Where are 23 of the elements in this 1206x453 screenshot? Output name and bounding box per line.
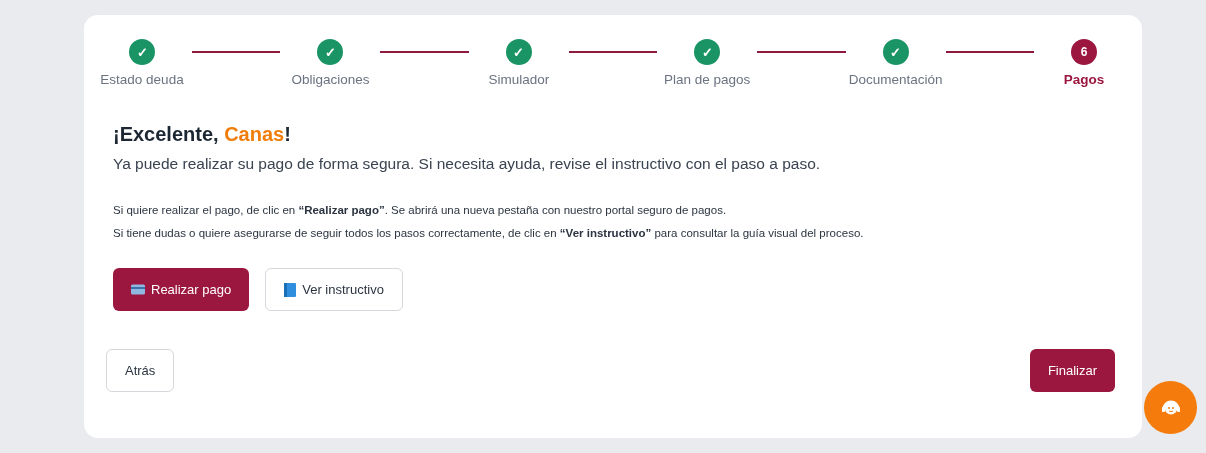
step-label: Documentación <box>848 71 943 89</box>
step-number: 6 <box>1071 39 1098 65</box>
finish-button[interactable]: Finalizar <box>1029 349 1115 392</box>
pay-button[interactable]: Realizar pago <box>113 268 250 311</box>
instruction-text: Si tiene dudas o quiere asegurarse de seguir todos los pasos correctamente, de clic en “Ver instructivo” para consultar la guía visual del proceso. <box>113 225 865 241</box>
step-label: Plan de pagos <box>664 71 751 89</box>
step-label: Obligaciones <box>291 71 370 89</box>
step-check: ✓ <box>129 39 155 65</box>
credit-card-icon <box>131 284 145 295</box>
step-check: ✓ <box>505 39 532 65</box>
greeting-heading: ¡Excelente, Canas! <box>113 122 292 147</box>
instructions-button[interactable]: Ver instructivo <box>265 268 403 311</box>
back-button[interactable]: Atrás <box>106 349 175 392</box>
step-check: ✓ <box>882 39 909 65</box>
book-icon <box>284 282 297 297</box>
instruction-text: Si quiere realizar el pago, de clic en “Realizar pago”. Se abrirá una nueva pestaña con nuestro portal seguro de pagos. <box>113 202 728 218</box>
step-check: ✓ <box>317 39 344 65</box>
support-agent-icon[interactable] <box>1144 381 1197 434</box>
step-label: Pagos <box>1063 71 1105 89</box>
step-label: Estado deuda <box>100 71 184 89</box>
subtitle: Ya puede realizar su pago de forma segura. Si necesita ayuda, revise el instructivo con el paso a paso. <box>113 154 822 175</box>
step-label: Simulador <box>488 71 550 89</box>
step-check: ✓ <box>694 39 721 65</box>
